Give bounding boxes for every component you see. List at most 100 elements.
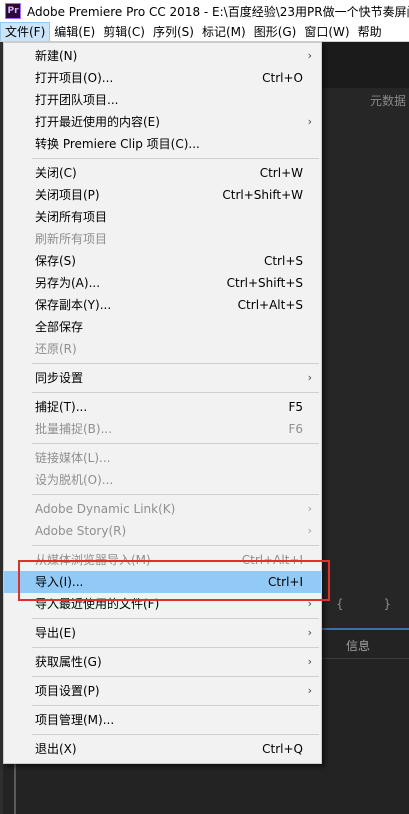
menu-item-label: 关闭所有项目 xyxy=(35,210,108,224)
menu-item: 批量捕捉(B)... F6 xyxy=(4,418,321,440)
menu-help[interactable]: 帮助 xyxy=(354,22,386,41)
menu-item[interactable]: 同步设置 › xyxy=(4,367,321,389)
menu-item[interactable]: 另存为(A)... Ctrl+Shift+S xyxy=(4,272,321,294)
menu-item-label: 另存为(A)... xyxy=(35,276,101,290)
menu-item-shortcut: Ctrl+Alt+S xyxy=(237,298,303,312)
menu-item[interactable]: 打开最近使用的内容(E) › xyxy=(4,111,321,133)
menu-item[interactable]: 关闭(C) Ctrl+W xyxy=(4,162,321,184)
menu-item-label: 项目设置(P) xyxy=(35,684,100,698)
submenu-arrow-icon: › xyxy=(307,655,312,668)
menu-item-label: 链接媒体(L)... xyxy=(35,451,111,465)
app-top-panel xyxy=(322,42,409,88)
menu-item-label: 全部保存 xyxy=(35,320,84,334)
menu-item-shortcut: F5 xyxy=(288,400,303,414)
premiere-app-icon: Pr xyxy=(5,3,21,19)
menu-edit[interactable]: 编辑(E) xyxy=(50,22,99,41)
submenu-arrow-icon: › xyxy=(307,49,312,62)
submenu-arrow-icon: › xyxy=(307,597,312,610)
menu-item[interactable]: 新建(N) › xyxy=(4,45,321,67)
menu-item[interactable]: 捕捉(T)... F5 xyxy=(4,396,321,418)
menu-item: 设为脱机(O)... xyxy=(4,469,321,491)
submenu-arrow-icon: › xyxy=(307,524,312,537)
menu-item[interactable]: 打开项目(O)... Ctrl+O xyxy=(4,67,321,89)
menu-separator xyxy=(32,618,319,619)
menu-separator xyxy=(32,647,319,648)
menu-item: 刷新所有项目 xyxy=(4,228,321,250)
menu-item-label: 退出(X) xyxy=(35,742,77,756)
menu-item-shortcut: Ctrl+I xyxy=(268,575,303,589)
menu-item-label: 从媒体浏览器导入(M) xyxy=(35,553,151,567)
menu-item-shortcut: F6 xyxy=(288,422,303,436)
metadata-panel xyxy=(322,88,409,628)
menu-item-label: 打开最近使用的内容(E) xyxy=(35,115,160,129)
menu-item-shortcut: Ctrl+S xyxy=(263,254,303,268)
submenu-arrow-icon: › xyxy=(307,502,312,515)
title-bar: Pr Adobe Premiere Pro CC 2018 - E:\百度经验\… xyxy=(0,0,409,22)
menu-separator xyxy=(32,676,319,677)
menu-item-label: 项目管理(M)... xyxy=(35,713,115,727)
menu-item-label: 获取属性(G) xyxy=(35,655,102,669)
menu-item: Adobe Dynamic Link(K) › xyxy=(4,498,321,520)
menu-item[interactable]: 获取属性(G) › xyxy=(4,651,321,673)
menu-window[interactable]: 窗口(W) xyxy=(300,22,353,41)
menu-item: 从媒体浏览器导入(M) Ctrl+Alt+I xyxy=(4,549,321,571)
menu-item: 还原(R) xyxy=(4,338,321,360)
menu-item-label: 打开项目(O)... xyxy=(35,71,114,85)
menu-item[interactable]: 项目设置(P) › xyxy=(4,680,321,702)
menu-item-label: 同步设置 xyxy=(35,371,84,385)
menu-item-shortcut: Ctrl+Q xyxy=(262,742,303,756)
menu-item-shortcut: Ctrl+Shift+S xyxy=(226,276,303,290)
menu-item-label: 新建(N) xyxy=(35,49,78,63)
panel-divider xyxy=(322,658,409,659)
menu-graphics[interactable]: 图形(G) xyxy=(250,22,301,41)
info-tab[interactable]: 信息 xyxy=(346,637,370,654)
menu-separator xyxy=(32,443,319,444)
menu-item-label: 导入(I)... xyxy=(35,575,84,589)
menu-item: Adobe Story(R) › xyxy=(4,520,321,542)
menu-item[interactable]: 导入最近使用的文件(F) › xyxy=(4,593,321,615)
menu-item-shortcut: Ctrl+Shift+W xyxy=(222,188,303,202)
menu-item[interactable]: 保存副本(Y)... Ctrl+Alt+S xyxy=(4,294,321,316)
menu-clip[interactable]: 剪辑(C) xyxy=(99,22,149,41)
submenu-arrow-icon: › xyxy=(307,684,312,697)
menu-item-label: 刷新所有项目 xyxy=(35,232,108,246)
menu-item-shortcut: Ctrl+O xyxy=(262,71,303,85)
menu-separator xyxy=(32,392,319,393)
menu-item-label: 关闭(C) xyxy=(35,166,77,180)
menu-item[interactable]: 转换 Premiere Clip 项目(C)... xyxy=(4,133,321,155)
menu-item-label: 导入最近使用的文件(F) xyxy=(35,597,160,611)
menu-sequence[interactable]: 序列(S) xyxy=(149,22,198,41)
panel-brackets: { } xyxy=(336,597,409,611)
menu-file[interactable]: 文件(F) xyxy=(0,22,51,41)
menu-item[interactable]: 导入(I)... Ctrl+I xyxy=(4,571,321,593)
menu-separator xyxy=(32,545,319,546)
menu-item[interactable]: 打开团队项目... xyxy=(4,89,321,111)
menu-item-label: 还原(R) xyxy=(35,342,77,356)
menu-item[interactable]: 导出(E) › xyxy=(4,622,321,644)
menu-item-label: 打开团队项目... xyxy=(35,93,119,107)
menu-item-label: 转换 Premiere Clip 项目(C)... xyxy=(35,137,200,151)
menu-separator xyxy=(32,494,319,495)
submenu-arrow-icon: › xyxy=(307,115,312,128)
menu-item-label: 捕捉(T)... xyxy=(35,400,88,414)
menu-item-label: 批量捕捉(B)... xyxy=(35,422,113,436)
menu-item-shortcut: Ctrl+Alt+I xyxy=(241,553,303,567)
menu-item-label: 保存副本(Y)... xyxy=(35,298,112,312)
menu-item[interactable]: 项目管理(M)... xyxy=(4,709,321,731)
menu-item[interactable]: 保存(S) Ctrl+S xyxy=(4,250,321,272)
menu-item[interactable]: 关闭所有项目 xyxy=(4,206,321,228)
menu-item[interactable]: 全部保存 xyxy=(4,316,321,338)
menu-separator xyxy=(32,158,319,159)
menu-item-label: 关闭项目(P) xyxy=(35,188,100,202)
menu-markers[interactable]: 标记(M) xyxy=(198,22,250,41)
submenu-arrow-icon: › xyxy=(307,626,312,639)
metadata-tab[interactable]: 元数据 xyxy=(370,92,406,109)
menu-item-label: 导出(E) xyxy=(35,626,76,640)
menu-item-shortcut: Ctrl+W xyxy=(259,166,303,180)
menu-item[interactable]: 退出(X) Ctrl+Q xyxy=(4,738,321,760)
window-title: Adobe Premiere Pro CC 2018 - E:\百度经验\23用… xyxy=(27,4,409,19)
menu-item: 链接媒体(L)... xyxy=(4,447,321,469)
file-menu-dropdown: 新建(N) › 打开项目(O)... Ctrl+O 打开团队项目... 打开最近使用的内容… xyxy=(3,42,322,764)
menu-separator xyxy=(32,363,319,364)
menu-item[interactable]: 关闭项目(P) Ctrl+Shift+W xyxy=(4,184,321,206)
